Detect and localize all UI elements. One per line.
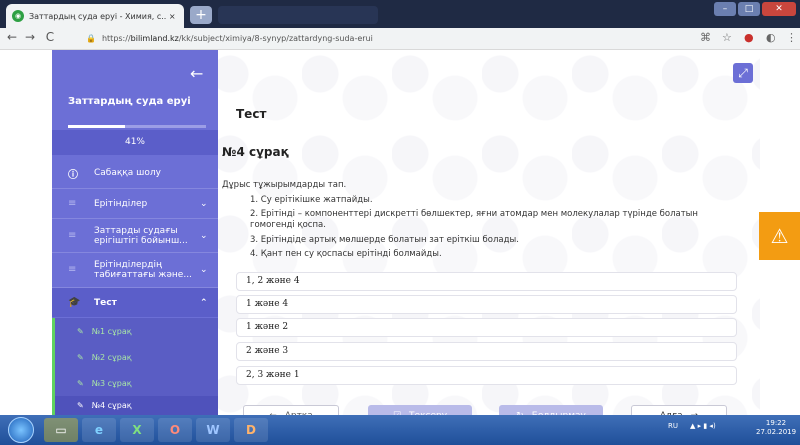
start-button[interactable] xyxy=(8,417,34,443)
app-icon[interactable]: D xyxy=(234,418,268,442)
sidebar-item-label: Тест xyxy=(94,297,117,308)
opera-taskbar-icon[interactable]: O xyxy=(158,418,192,442)
sidebar-item-solubility[interactable]: ≡ Заттарды судағы ерігіштігі бойынш... ⌄ xyxy=(52,218,218,252)
site-favicon-icon: ◉ xyxy=(12,10,24,22)
sidebar-item-overview[interactable]: ⓘ Сабаққа шолу xyxy=(52,158,218,188)
edit-icon: ✎ xyxy=(77,401,84,410)
chevron-down-icon: ⌄ xyxy=(200,198,208,209)
edit-icon: ✎ xyxy=(77,352,84,362)
lock-icon: 🔒 xyxy=(86,34,96,43)
language-indicator[interactable]: RU xyxy=(668,422,678,430)
sidebar-item-label: Сабаққа шолу xyxy=(94,168,161,178)
subitem-label: №3 сұрақ xyxy=(91,378,132,388)
warning-icon[interactable]: ⚠ xyxy=(759,212,800,260)
sidebar-back-icon[interactable]: ← xyxy=(190,64,203,83)
back-nav-icon[interactable]: ← xyxy=(4,30,20,44)
forward-nav-icon[interactable]: → xyxy=(22,30,38,44)
fullscreen-icon[interactable]: ⤢ xyxy=(733,63,753,83)
account-icon[interactable]: ◐ xyxy=(766,31,776,44)
maximize-icon[interactable]: □ xyxy=(738,2,760,16)
excel-icon[interactable]: X xyxy=(120,418,154,442)
statement-item: 1. Су ерітікішке жатпайды. xyxy=(250,195,373,205)
question-prompt: Дұрыс тұжырымдарды тап. xyxy=(222,180,347,190)
window-controls: – □ ✕ xyxy=(714,2,796,16)
subitem-label: №2 сұрақ xyxy=(91,352,132,362)
progress-percent: 41% xyxy=(124,137,145,147)
sidebar-subitem-q4[interactable]: ✎ №4 сұрақ xyxy=(52,396,218,415)
opera-icon[interactable]: ● xyxy=(744,31,754,44)
subitem-label: №4 сұрақ xyxy=(91,401,132,410)
sidebar-item-label: Заттарды судағы ерігіштігі бойынш... xyxy=(94,225,188,246)
question-title: №4 сұрақ xyxy=(222,145,289,159)
edit-icon: ✎ xyxy=(77,378,84,388)
chevron-up-icon: ⌃ xyxy=(200,297,208,308)
explorer-icon[interactable]: ▭ xyxy=(44,418,78,442)
star-icon[interactable]: ☆ xyxy=(722,31,732,44)
page-title: Тест xyxy=(236,107,267,121)
info-icon: ⓘ xyxy=(68,169,78,181)
translate-icon[interactable]: ⌘ xyxy=(700,31,711,44)
sidebar-subitem-q3[interactable]: ✎ №3 сұрақ xyxy=(52,370,218,396)
answer-option[interactable]: 2, 3 және 1 xyxy=(236,366,737,385)
word-icon[interactable]: W xyxy=(196,418,230,442)
url-field[interactable]: 🔒 https://bilimland.kz/kk/subject/ximiya… xyxy=(86,31,676,47)
list-icon: ≡ xyxy=(68,198,77,209)
list-icon: ≡ xyxy=(68,230,77,241)
answer-option[interactable]: 2 және 3 xyxy=(236,342,737,361)
clock[interactable]: 19:22 27.02.2019 xyxy=(756,419,796,437)
list-icon: ≡ xyxy=(68,264,77,275)
tab-title: Заттардың суда еруі - Химия, с.. × xyxy=(29,11,176,21)
sidebar-item-solutions[interactable]: ≡ Ерітінділер ⌄ xyxy=(52,188,218,218)
answer-option[interactable]: 1 және 4 xyxy=(236,295,737,314)
graduation-cap-icon: 🎓 xyxy=(68,297,81,308)
statement-item: 2. Ерітінді – компоненттері дискретті бө… xyxy=(250,209,698,230)
url-host: bilimland.kz xyxy=(130,34,179,43)
sidebar-item-label: Ерітінділердің табиғаттағы жәнe... xyxy=(94,259,192,280)
chevron-down-icon: ⌄ xyxy=(200,264,208,275)
close-icon[interactable]: ✕ xyxy=(762,2,796,16)
sidebar-subitem-q1[interactable]: ✎ №1 сұрақ xyxy=(52,318,218,344)
browser-tab[interactable]: ◉ Заттардың суда еруі - Химия, с.. × xyxy=(6,4,184,28)
tray-icons[interactable]: ▲ ▸ ▮ ◂) xyxy=(690,422,716,430)
reload-icon[interactable]: C xyxy=(42,30,58,44)
clock-date: 27.02.2019 xyxy=(756,428,797,436)
sidebar-item-label: Ерітінділер xyxy=(94,198,148,209)
lesson-title: Заттардың суда еруі xyxy=(68,96,191,107)
url-path: /kk/subject/ximiya/8-synyp/zattardyng-su… xyxy=(178,34,373,43)
subitem-label: №1 сұрақ xyxy=(91,326,132,336)
inactive-tab[interactable] xyxy=(218,6,378,24)
url-prefix: https:// xyxy=(101,34,131,43)
sidebar-item-nature[interactable]: ≡ Ерітінділердің табиғаттағы жәнe... ⌄ xyxy=(52,252,218,286)
answer-option[interactable]: 1, 2 және 4 xyxy=(236,272,737,291)
statement-item: 4. Қант пен су қоспасы ерітінді болмайды… xyxy=(250,249,442,259)
answer-option[interactable]: 1 және 2 xyxy=(236,318,737,337)
edit-icon: ✎ xyxy=(77,326,84,336)
progress-fill xyxy=(68,125,125,128)
minimize-icon[interactable]: – xyxy=(714,2,736,16)
menu-icon[interactable]: ⋮ xyxy=(786,31,797,44)
sidebar-subitem-q2[interactable]: ✎ №2 сұрақ xyxy=(52,344,218,370)
statement-item: 3. Ерітіндіде артық мөлшерде болатын зат… xyxy=(250,235,519,245)
chevron-down-icon: ⌄ xyxy=(200,230,208,241)
clock-time: 19:22 xyxy=(765,419,787,427)
ie-icon[interactable]: e xyxy=(82,418,116,442)
new-tab-button[interactable]: + xyxy=(190,6,212,24)
sidebar-item-test[interactable]: 🎓 Тест ⌃ xyxy=(52,287,218,317)
